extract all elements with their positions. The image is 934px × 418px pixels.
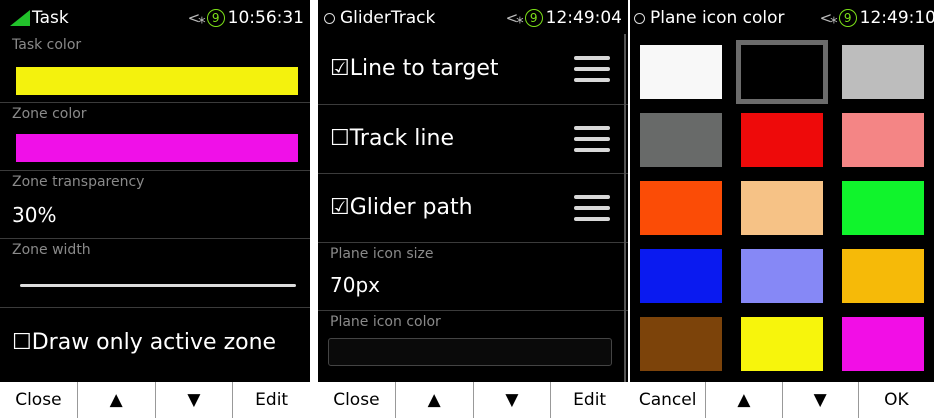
cancel-button[interactable]: Cancel xyxy=(630,382,707,418)
task-panel: Task <⁎ 9 10:56:31 Task color Zone color… xyxy=(0,0,310,418)
zone-transparency-row[interactable]: Zone transparency 30% xyxy=(0,171,310,239)
color-swatch[interactable] xyxy=(842,181,924,235)
plane-icon-size-label: Plane icon size xyxy=(330,246,434,262)
glider-path-checkbox[interactable]: ☑Glider path xyxy=(330,195,473,220)
panel-title: Plane icon color xyxy=(634,8,785,28)
glider-track-button-bar: Close ▲ ▼ Edit xyxy=(318,382,628,418)
draw-only-active-zone-row[interactable]: ☐Draw only active zone xyxy=(0,308,310,382)
edit-button[interactable]: Edit xyxy=(233,382,310,418)
color-swatch[interactable] xyxy=(640,249,722,303)
clock: 12:49:04 xyxy=(545,8,622,28)
color-swatch[interactable] xyxy=(640,45,722,99)
plane-icon-color-field[interactable] xyxy=(328,338,612,366)
plane-icon-size-value: 70px xyxy=(330,273,380,297)
title-text: Task xyxy=(32,8,69,28)
zone-width-line xyxy=(20,284,296,287)
clock: 10:56:31 xyxy=(227,8,304,28)
color-swatch[interactable] xyxy=(741,249,823,303)
bluetooth-icon: <⁎ xyxy=(187,9,206,27)
gps-satellite-icon: 9 xyxy=(838,9,857,27)
color-swatch[interactable] xyxy=(741,113,823,167)
plane-icon-size-row[interactable]: Plane icon size 70px xyxy=(318,243,628,311)
color-swatch[interactable] xyxy=(842,113,924,167)
radio-circle-icon xyxy=(634,12,645,24)
down-arrow-button[interactable]: ▼ xyxy=(474,382,552,418)
up-arrow-button[interactable]: ▲ xyxy=(706,382,783,418)
color-swatch[interactable] xyxy=(640,317,722,371)
down-arrow-button[interactable]: ▼ xyxy=(156,382,234,418)
panel-title: Task xyxy=(10,8,69,28)
draw-only-active-zone-checkbox[interactable]: ☐Draw only active zone xyxy=(12,330,276,355)
color-swatch[interactable] xyxy=(640,113,722,167)
color-swatch[interactable] xyxy=(842,317,924,371)
color-swatch[interactable] xyxy=(741,317,823,371)
plane-icon-color-row[interactable]: Plane icon color xyxy=(318,311,628,382)
status-right: <⁎ 9 12:49:04 xyxy=(506,8,622,28)
task-color-row[interactable]: Task color xyxy=(0,34,310,103)
status-bar: Plane icon color <⁎ 9 12:49:10 xyxy=(630,0,934,34)
plane-icon-color-label: Plane icon color xyxy=(330,314,441,330)
color-swatch[interactable] xyxy=(842,249,924,303)
status-bar: GliderTrack <⁎ 9 12:49:04 xyxy=(318,0,628,34)
zone-color-label: Zone color xyxy=(12,106,87,122)
clock: 12:49:10 xyxy=(859,8,934,28)
task-color-label: Task color xyxy=(12,37,82,53)
task-triangle-icon xyxy=(10,10,30,26)
glider-track-panel: GliderTrack <⁎ 9 12:49:04 ☑Line to targe… xyxy=(318,0,628,418)
ok-button[interactable]: OK xyxy=(859,382,934,418)
gps-satellite-icon: 9 xyxy=(206,9,225,27)
panel-title: GliderTrack xyxy=(324,8,435,28)
radio-circle-icon xyxy=(324,12,335,24)
hamburger-menu-icon[interactable] xyxy=(574,126,610,152)
color-swatch[interactable] xyxy=(842,45,924,99)
color-swatch[interactable] xyxy=(640,181,722,235)
glider-path-row[interactable]: ☑Glider path xyxy=(318,174,628,243)
zone-width-label: Zone width xyxy=(12,242,91,258)
hamburger-menu-icon[interactable] xyxy=(574,56,610,82)
zone-width-row[interactable]: Zone width xyxy=(0,239,310,308)
zone-color-swatch[interactable] xyxy=(16,134,298,162)
task-settings-list: Task color Zone color Zone transparency … xyxy=(0,34,310,382)
line-to-target-checkbox[interactable]: ☑Line to target xyxy=(330,56,499,81)
edit-button[interactable]: Edit xyxy=(551,382,628,418)
panel-gap xyxy=(628,0,630,418)
zone-color-row[interactable]: Zone color xyxy=(0,103,310,171)
close-button[interactable]: Close xyxy=(0,382,78,418)
color-swatch[interactable] xyxy=(736,40,828,104)
up-arrow-button[interactable]: ▲ xyxy=(78,382,156,418)
color-picker-button-bar: Cancel ▲ ▼ OK xyxy=(630,382,934,418)
title-text: GliderTrack xyxy=(340,8,436,28)
track-line-checkbox[interactable]: ☐Track line xyxy=(330,126,454,151)
status-right: <⁎ 9 12:49:10 xyxy=(820,8,934,28)
plane-icon-color-panel: Plane icon color <⁎ 9 12:49:10 Cancel ▲ … xyxy=(630,0,934,418)
up-arrow-button[interactable]: ▲ xyxy=(396,382,474,418)
bluetooth-icon: <⁎ xyxy=(505,9,524,27)
status-bar: Task <⁎ 9 10:56:31 xyxy=(0,0,310,34)
glider-track-settings-list: ☑Line to target ☐Track line ☑Glider path… xyxy=(318,34,628,382)
status-right: <⁎ 9 10:56:31 xyxy=(188,8,304,28)
task-color-swatch[interactable] xyxy=(16,67,298,95)
title-text: Plane icon color xyxy=(650,8,785,28)
track-line-row[interactable]: ☐Track line xyxy=(318,105,628,174)
zone-transparency-value: 30% xyxy=(12,203,57,227)
panel-gap xyxy=(310,0,318,418)
gps-satellite-icon: 9 xyxy=(524,9,543,27)
scrollbar[interactable] xyxy=(624,34,626,382)
zone-transparency-label: Zone transparency xyxy=(12,174,145,190)
color-swatch[interactable] xyxy=(741,181,823,235)
line-to-target-row[interactable]: ☑Line to target xyxy=(318,34,628,105)
hamburger-menu-icon[interactable] xyxy=(574,195,610,221)
close-button[interactable]: Close xyxy=(318,382,396,418)
bluetooth-icon: <⁎ xyxy=(819,9,838,27)
down-arrow-button[interactable]: ▼ xyxy=(783,382,859,418)
task-button-bar: Close ▲ ▼ Edit xyxy=(0,382,310,418)
